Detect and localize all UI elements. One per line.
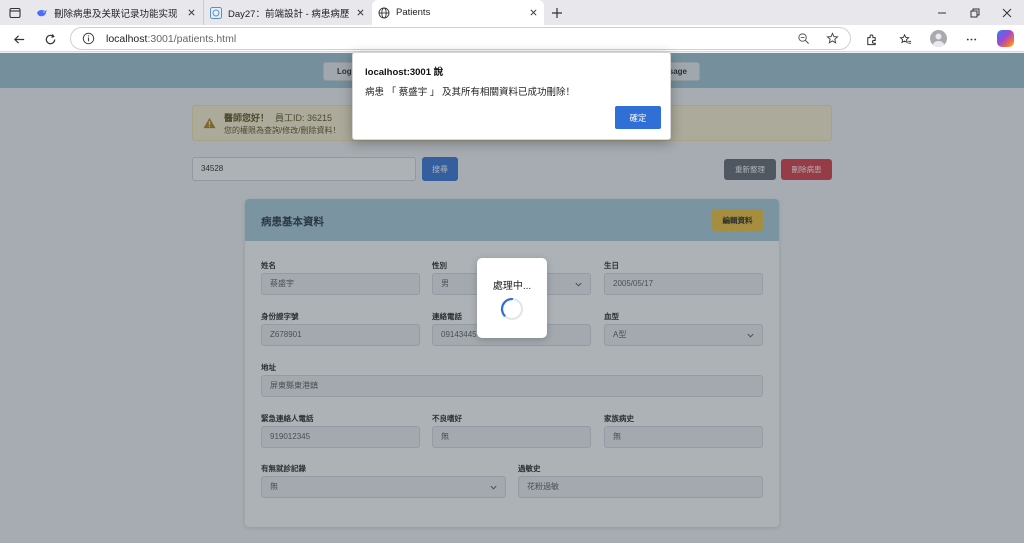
alert-dialog: localhost:3001 說 病患 「 蔡盛宇 」 及其所有相關資料已成功刪… <box>352 52 671 140</box>
restore-icon[interactable] <box>958 0 992 25</box>
close-icon[interactable] <box>355 8 365 18</box>
close-icon[interactable] <box>186 8 196 18</box>
window-close-icon[interactable] <box>990 0 1024 25</box>
loading-text: 處理中... <box>492 281 532 292</box>
info-icon[interactable] <box>82 32 95 45</box>
copilot-icon[interactable] <box>997 30 1014 47</box>
more-options-icon[interactable] <box>962 30 980 48</box>
browser-tab-bar: 刪除病患及关联记录功能实现 - D Day27：前端設計 - 病患病歷頁面 Pa… <box>0 0 1024 25</box>
browser-tab-deepseek[interactable]: 刪除病患及关联记录功能实现 - D <box>30 0 202 25</box>
dialog-title: localhost:3001 說 <box>365 67 444 78</box>
tab-title: Patients <box>396 7 431 18</box>
spinner-icon <box>500 297 524 321</box>
browser-tab-patients[interactable]: Patients <box>372 0 544 25</box>
globe-icon <box>378 7 390 19</box>
url-text: localhost:3001/patients.html <box>106 33 237 45</box>
deepseek-whale-icon <box>36 7 48 19</box>
minimize-icon[interactable] <box>925 0 959 25</box>
reload-icon[interactable] <box>41 30 59 48</box>
browser-toolbar: localhost:3001/patients.html <box>0 25 1024 52</box>
favorites-icon[interactable] <box>896 30 914 48</box>
dialog-ok-button[interactable]: 確定 <box>615 106 661 129</box>
ithelp-icon <box>210 6 222 19</box>
browser-tab-ithelp[interactable]: Day27：前端設計 - 病患病歷頁面 <box>203 0 371 25</box>
back-arrow-icon[interactable] <box>10 30 28 48</box>
zoom-icon[interactable] <box>797 32 810 45</box>
address-bar[interactable]: localhost:3001/patients.html <box>70 27 851 50</box>
loading-box: 處理中... <box>477 258 547 338</box>
tab-title: Day27：前端設計 - 病患病歷頁面 <box>228 8 349 20</box>
close-icon[interactable] <box>528 8 538 18</box>
profile-avatar-icon[interactable] <box>930 30 947 47</box>
dialog-message: 病患 「 蔡盛宇 」 及其所有相關資料已成功刪除！ <box>365 87 576 98</box>
extensions-icon[interactable] <box>862 30 880 48</box>
tab-actions-icon[interactable] <box>6 4 24 21</box>
favorite-star-icon[interactable] <box>826 32 839 45</box>
new-tab-icon[interactable] <box>548 4 565 21</box>
tab-title: 刪除病患及关联记录功能实现 - D <box>54 8 180 20</box>
